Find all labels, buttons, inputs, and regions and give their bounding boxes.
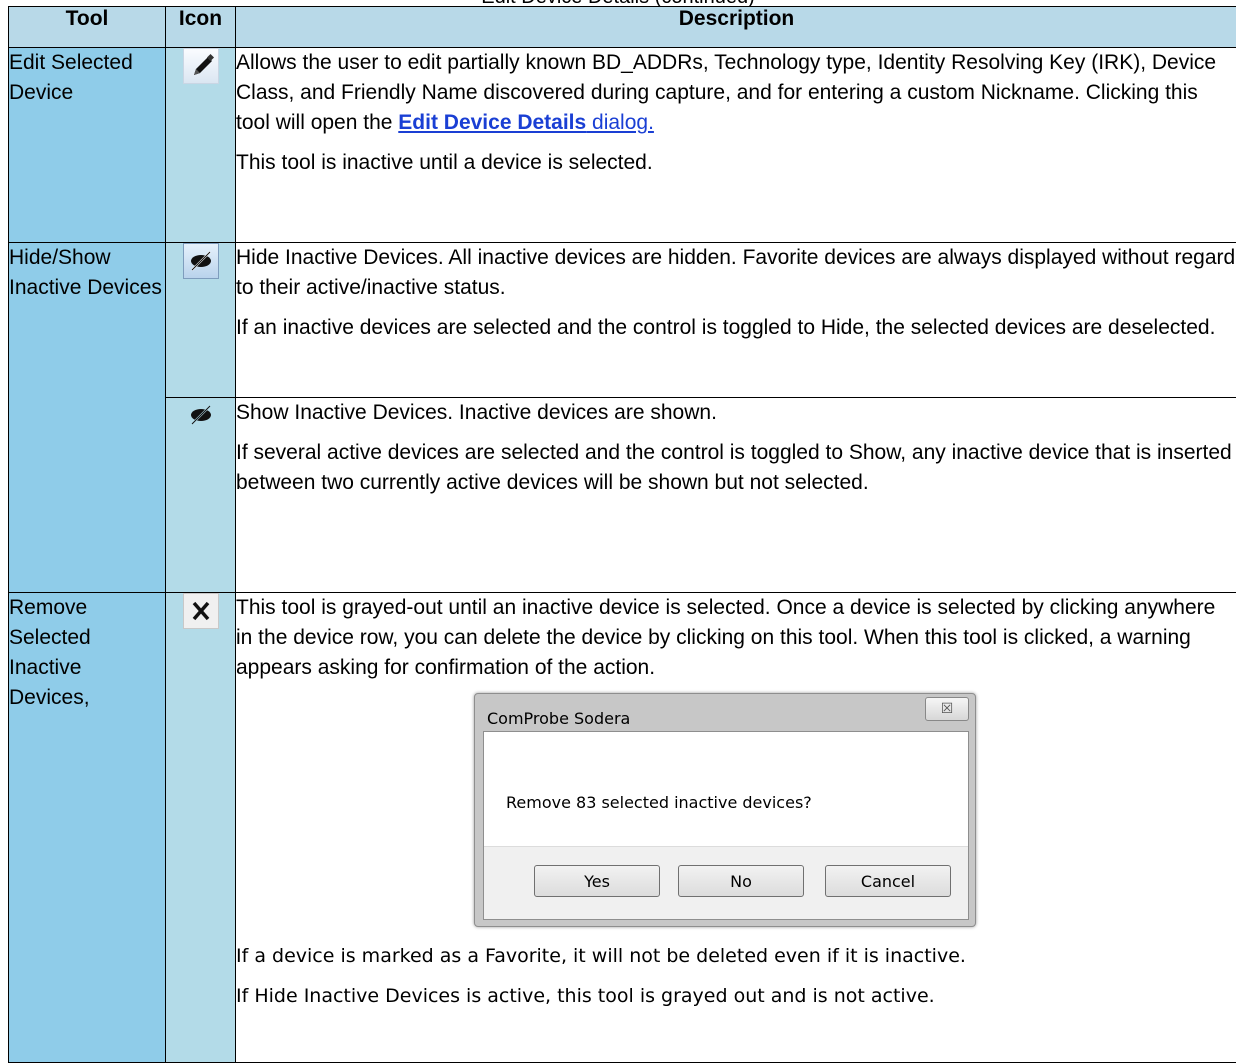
hide-desc-note: If an inactive devices are selected and … xyxy=(236,313,1236,343)
description-show: Show Inactive Devices. Inactive devices … xyxy=(236,398,1236,593)
tool-name-remove: Remove Selected Inactive Devices, xyxy=(9,593,166,1063)
eye-icon[interactable] xyxy=(183,398,219,434)
table-row: Edit Selected Device Allows the user to … xyxy=(9,48,1236,243)
show-desc-note: If several active devices are selected a… xyxy=(236,438,1236,498)
x-icon[interactable] xyxy=(183,593,219,629)
table-row: Hide/Show Inactive Devices Hide Inactive… xyxy=(9,243,1236,398)
icon-cell-show xyxy=(166,398,236,593)
header-tool: Tool xyxy=(9,7,166,48)
edit-device-details-link[interactable]: Edit Device Details dialog. xyxy=(398,111,654,134)
tools-table: Tool Icon Description Edit Selected Devi… xyxy=(8,6,1236,1063)
pencil-icon[interactable] xyxy=(183,48,219,84)
remove-desc-hide: If Hide Inactive Devices is active, this… xyxy=(236,981,1236,1011)
table-row: Show Inactive Devices. Inactive devices … xyxy=(9,398,1236,593)
edit-desc-text: Allows the user to edit partially known … xyxy=(236,51,1216,134)
icon-cell-hide xyxy=(166,243,236,398)
header-description: Description xyxy=(236,7,1236,48)
show-desc-text: Show Inactive Devices. Inactive devices … xyxy=(236,398,1236,428)
table-row: Remove Selected Inactive Devices, This t… xyxy=(9,593,1236,1063)
description-hide: Hide Inactive Devices. All inactive devi… xyxy=(236,243,1236,398)
remove-desc-text: This tool is grayed-out until an inactiv… xyxy=(236,593,1236,683)
dialog-footer: Yes No Cancel xyxy=(484,846,968,919)
icon-cell-edit xyxy=(166,48,236,243)
dialog-title: ComProbe Sodera xyxy=(487,704,630,734)
description-edit: Allows the user to edit partially known … xyxy=(236,48,1236,243)
tool-name-hide-show: Hide/Show Inactive Devices xyxy=(9,243,166,593)
dialog-body: Remove 83 selected inactive devices? Yes… xyxy=(483,731,969,920)
edit-desc-note: This tool is inactive until a device is … xyxy=(236,148,1236,178)
close-icon[interactable]: ☒ xyxy=(925,697,969,721)
remove-desc-favorite: If a device is marked as a Favorite, it … xyxy=(236,941,1236,971)
hide-desc-text: Hide Inactive Devices. All inactive devi… xyxy=(236,243,1236,303)
eye-hidden-icon[interactable] xyxy=(183,243,219,279)
cancel-button[interactable]: Cancel xyxy=(825,865,951,897)
dialog-message: Remove 83 selected inactive devices? xyxy=(506,788,812,818)
header-icon: Icon xyxy=(166,7,236,48)
no-button[interactable]: No xyxy=(678,865,804,897)
icon-cell-remove xyxy=(166,593,236,1063)
description-remove: This tool is grayed-out until an inactiv… xyxy=(236,593,1236,1063)
table-header-row: Tool Icon Description xyxy=(9,7,1236,48)
yes-button[interactable]: Yes xyxy=(534,865,660,897)
confirm-dialog: ComProbe Sodera ☒ Remove 83 selected ina… xyxy=(474,693,976,927)
tool-name-edit: Edit Selected Device xyxy=(9,48,166,243)
